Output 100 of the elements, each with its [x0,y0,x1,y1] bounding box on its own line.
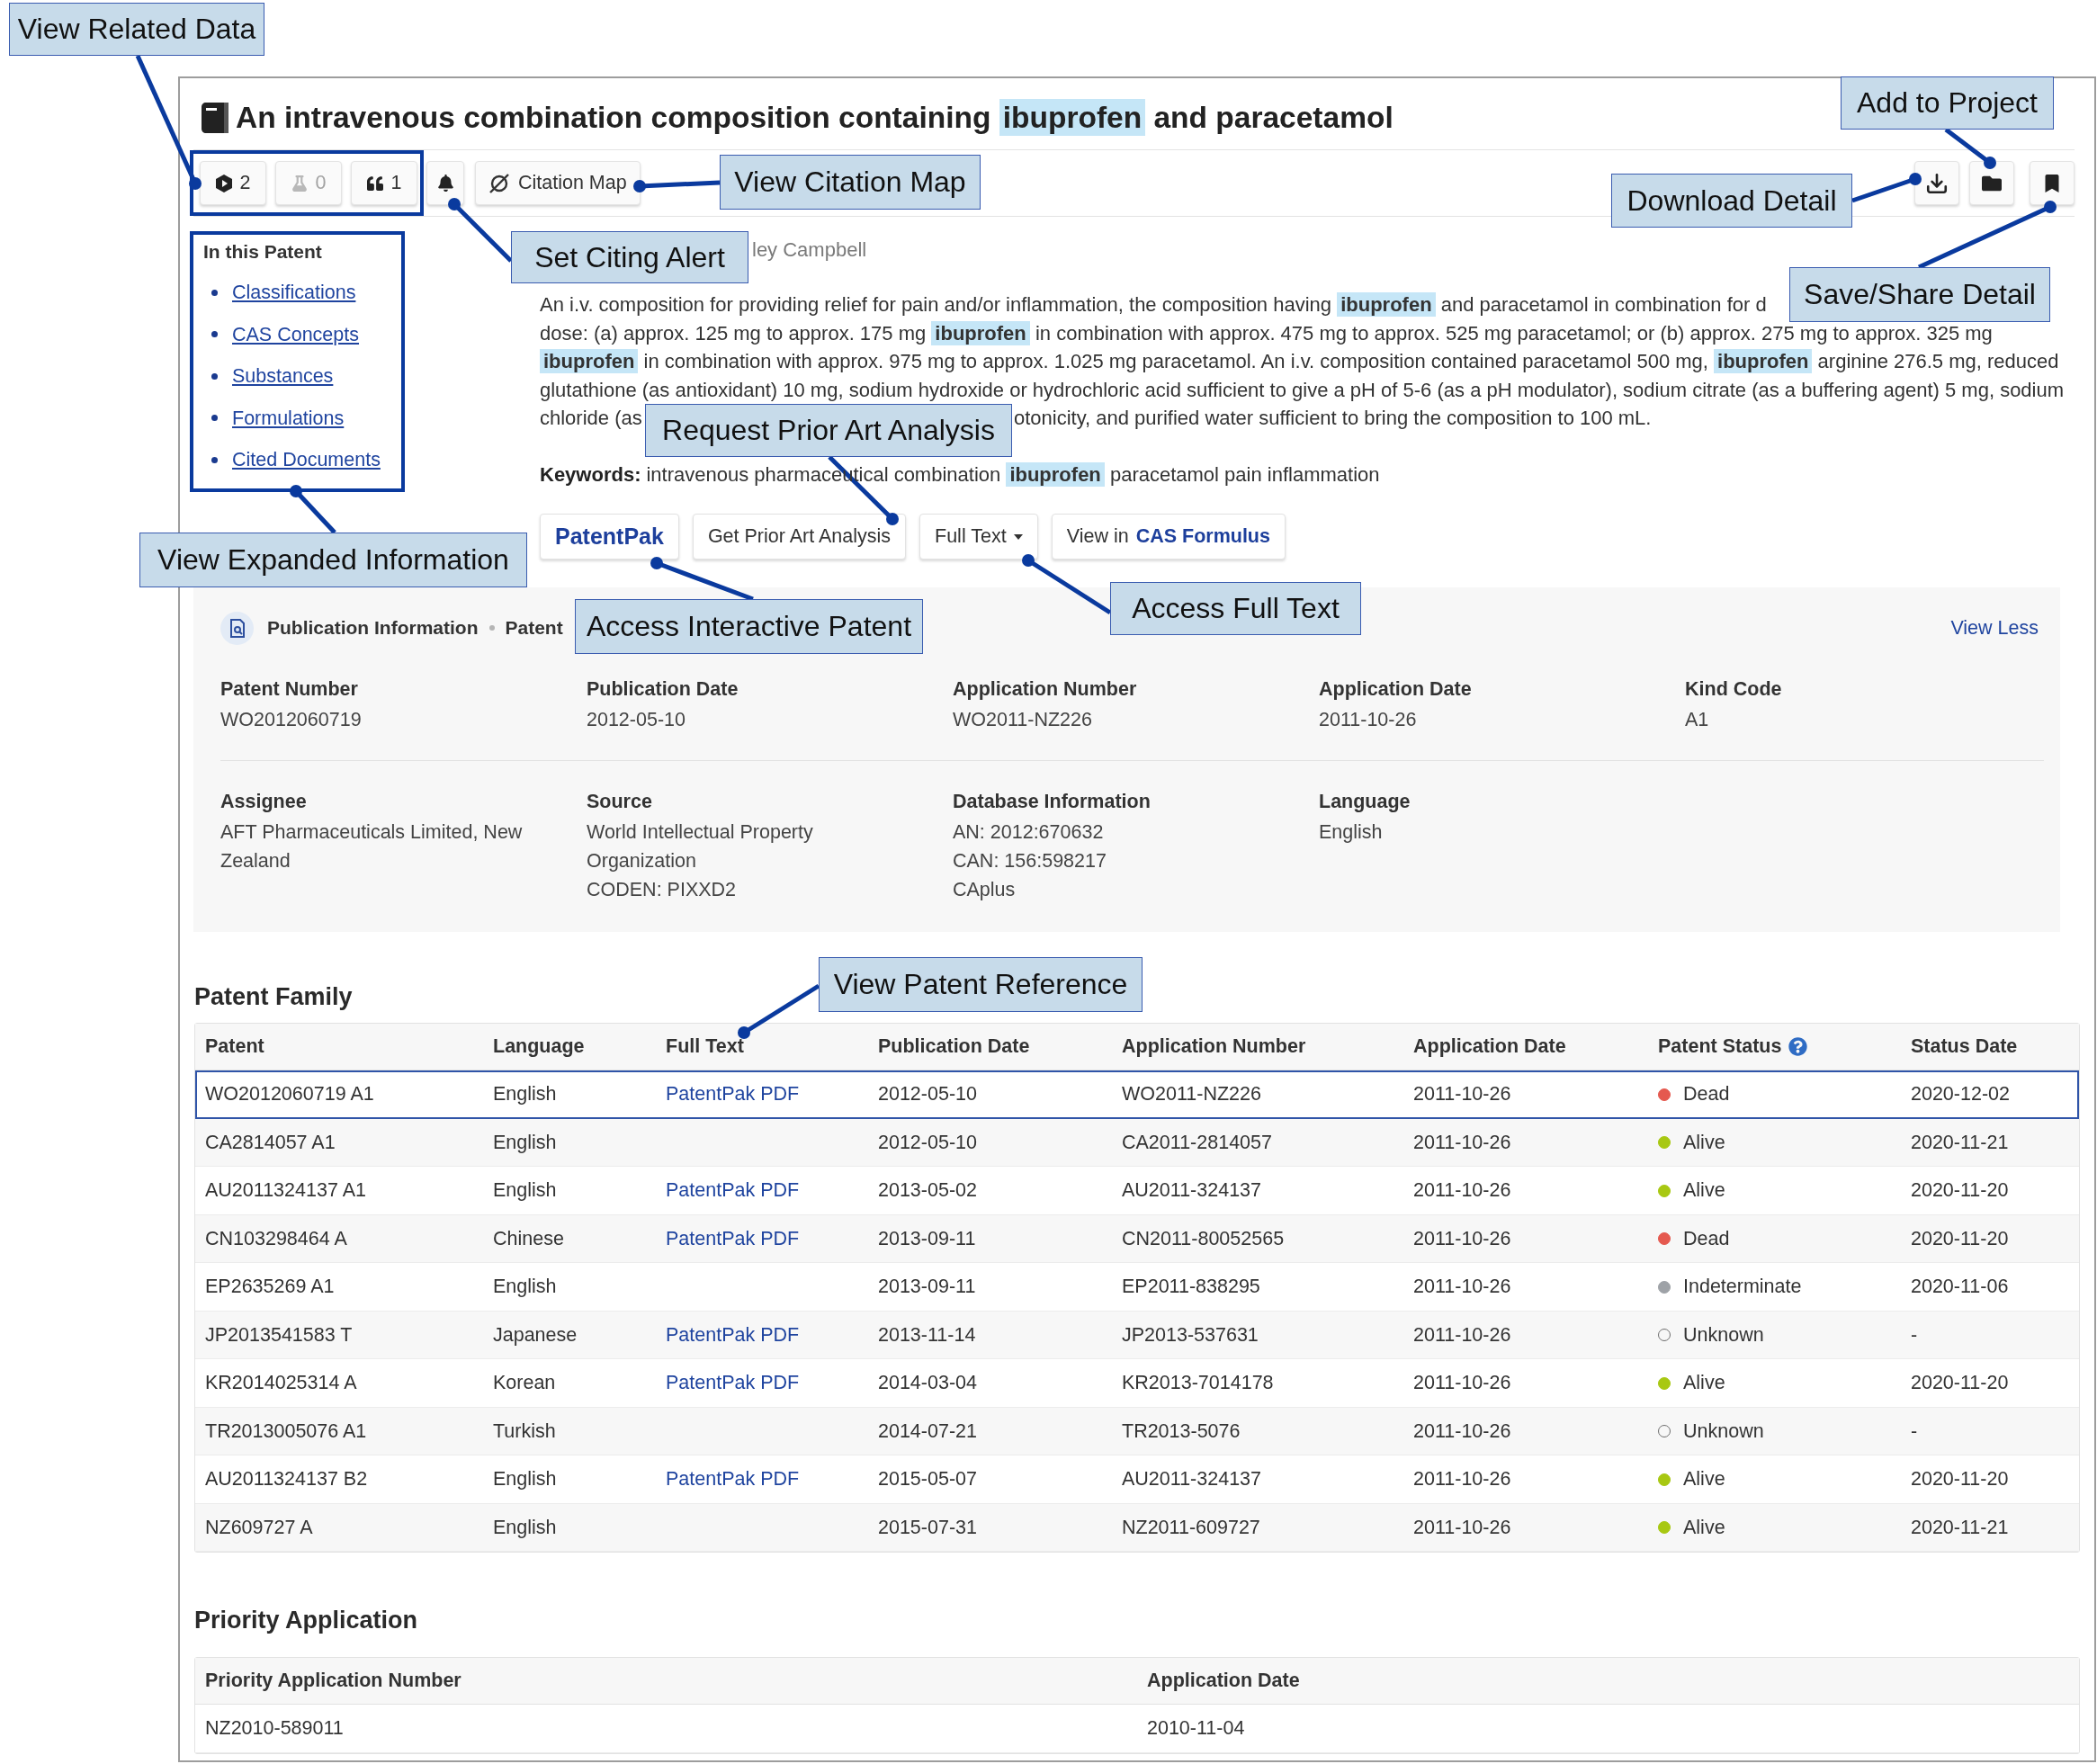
view-less-link[interactable]: View Less [1950,616,2039,640]
table-cell-text: 2020-11-20 [1910,1371,2010,1396]
table-cell-text: WO2012060719 A1 [204,1082,375,1107]
action-button[interactable]: Get Prior Art Analysis [692,514,907,560]
status-text: Unknown [1683,1419,1764,1443]
count-button[interactable]: 1 [351,161,417,205]
bullet-icon [211,331,218,337]
column-header: Publication Date [877,1034,1031,1059]
table-cell-text: - [1910,1419,1919,1444]
table-cell-text: 2013-09-11 [877,1275,977,1300]
caret-icon [1013,533,1023,540]
section-heading: Priority Application [194,1606,418,1635]
callout-label: Access Interactive Patent [575,599,923,654]
pdf-link[interactable]: PatentPak PDF [666,1372,800,1395]
abstract-text: otonicity, and purified water sufficient to bring the composition to 100 mL. [1014,406,1652,431]
pdf-link[interactable]: PatentPak PDF [666,1083,800,1106]
table-cell-text: WO2011-NZ226 [1121,1082,1262,1107]
keywords-label: Keywords: [540,461,641,488]
status-text: Alive [1683,1516,1725,1539]
column-header: Language [492,1034,586,1059]
callout-label: Download Detail [1611,174,1852,228]
section-link[interactable]: Patent [505,617,563,639]
table-cell-text: CN2011-80052565 [1121,1226,1286,1251]
nav-link[interactable]: Formulations [232,404,345,432]
callout-label: Access Full Text [1110,582,1361,635]
table-cell-text: AU2011-324137 [1121,1467,1262,1492]
count-button[interactable]: 2 [200,161,266,205]
callout-label: View Expanded Information [139,533,527,587]
action-button[interactable]: View in CAS Formulus [1051,514,1286,560]
download-button[interactable] [1914,161,1959,205]
pdf-link[interactable]: PatentPak PDF [666,1468,800,1491]
pdf-link[interactable]: PatentPak PDF [666,1227,800,1250]
table-cell-text: 2014-03-04 [877,1371,978,1396]
table-cell-text: 2011-10-26 [1412,1275,1512,1300]
status-text: Dead [1683,1083,1730,1106]
table-cell-text: NZ609727 A [204,1515,314,1540]
document-search-icon [220,611,254,645]
table-cell-text: 2015-07-31 [877,1515,978,1540]
section-link[interactable]: Publication Information [267,617,479,639]
alert-button[interactable] [426,161,464,205]
pdf-link[interactable]: PatentPak PDF [666,1323,800,1347]
table-cell-text: CA2814057 A1 [204,1130,336,1155]
table-cell-text: English [492,1467,558,1492]
table-cell-text: English [492,1130,558,1155]
column-header: Application Date [1412,1034,1567,1059]
citation-map-button[interactable]: Citation Map [475,161,641,205]
bullet-icon [211,456,218,463]
column-header: Application Date [1146,1669,1301,1693]
dropdown-button[interactable]: Full Text [919,514,1038,560]
callout-label: Add to Project [1841,76,2054,130]
table-cell-text: 2012-05-10 [877,1130,978,1155]
table-cell-text: EP2635269 A1 [204,1275,336,1300]
table-cell-text: English [492,1515,558,1540]
nav-link[interactable]: CAS Concepts [232,320,359,348]
nav-link[interactable]: Classifications [232,279,356,306]
callout-label: View Related Data [9,3,264,56]
table-cell-text: Japanese [492,1322,578,1348]
table-cell-text: TR2013-5076 [1121,1419,1241,1444]
folder-button[interactable] [1969,161,2014,205]
abstract-text: dose: (a) approx. 125 mg to approx. 175 mg ibuprofen in combination with approx. 475 mg to approx. 525 mg paracetamol; or (b) approx. 275 mg to approx. 325 mg [540,319,1993,347]
field-label: Application Date [1319,677,1472,702]
table-cell-text: TR2013005076 A1 [204,1419,368,1444]
table-cell-text: 2020-11-20 [1910,1226,2010,1251]
table-cell-text: AU2011324137 B2 [204,1467,369,1492]
leader-line [448,198,513,263]
nav-link[interactable]: Cited Documents [232,446,381,473]
patentpak-button[interactable]: PatentPak [540,514,679,560]
table-cell-text: NZ2011-609727 [1121,1515,1261,1540]
hexagon-icon [215,174,232,193]
book-icon [202,103,229,133]
field-value: English [1319,820,1383,845]
field-value: CAN: 156:598217 [953,849,1107,873]
table-cell-text: KR2014025314 A [204,1371,358,1396]
table-cell-text: 2020-12-02 [1910,1082,2011,1107]
field-label: Patent Number [220,677,358,702]
table-cell-text: 2020-11-06 [1910,1275,2010,1300]
callout-label: Save/Share Detail [1789,267,2050,322]
table-cell-text: 2015-05-07 [877,1467,978,1492]
table-cell-text: JP2013541583 T [204,1322,354,1348]
table-cell-text: EP2011-838295 [1121,1275,1261,1300]
field-value: AFT Pharmaceuticals Limited, New Zealand [220,820,524,873]
pdf-link[interactable]: PatentPak PDF [666,1179,800,1203]
bell-icon [436,175,454,192]
field-label: Assignee [220,790,307,814]
bookmark-button[interactable] [2030,161,2075,205]
table-cell-text: - [1910,1322,1919,1348]
callout-label: Set Citing Alert [511,231,748,283]
help-icon[interactable] [1788,1037,1808,1056]
field-value: CODEN: PIXXD2 [587,878,737,902]
bullet-icon [211,415,218,421]
column-header: Status Date [1910,1034,2019,1059]
table-cell-text: 2011-10-26 [1412,1082,1512,1107]
nav-link[interactable]: Substances [232,363,334,390]
callout-label: Request Prior Art Analysis [645,404,1012,457]
table-cell-text: English [492,1275,558,1300]
table-cell-text: 2020-11-20 [1910,1178,2010,1204]
separator-dot-icon [488,625,495,631]
status-text: Unknown [1683,1323,1764,1347]
table-cell-text: 2011-10-26 [1412,1371,1512,1396]
download-icon [1925,171,1949,195]
